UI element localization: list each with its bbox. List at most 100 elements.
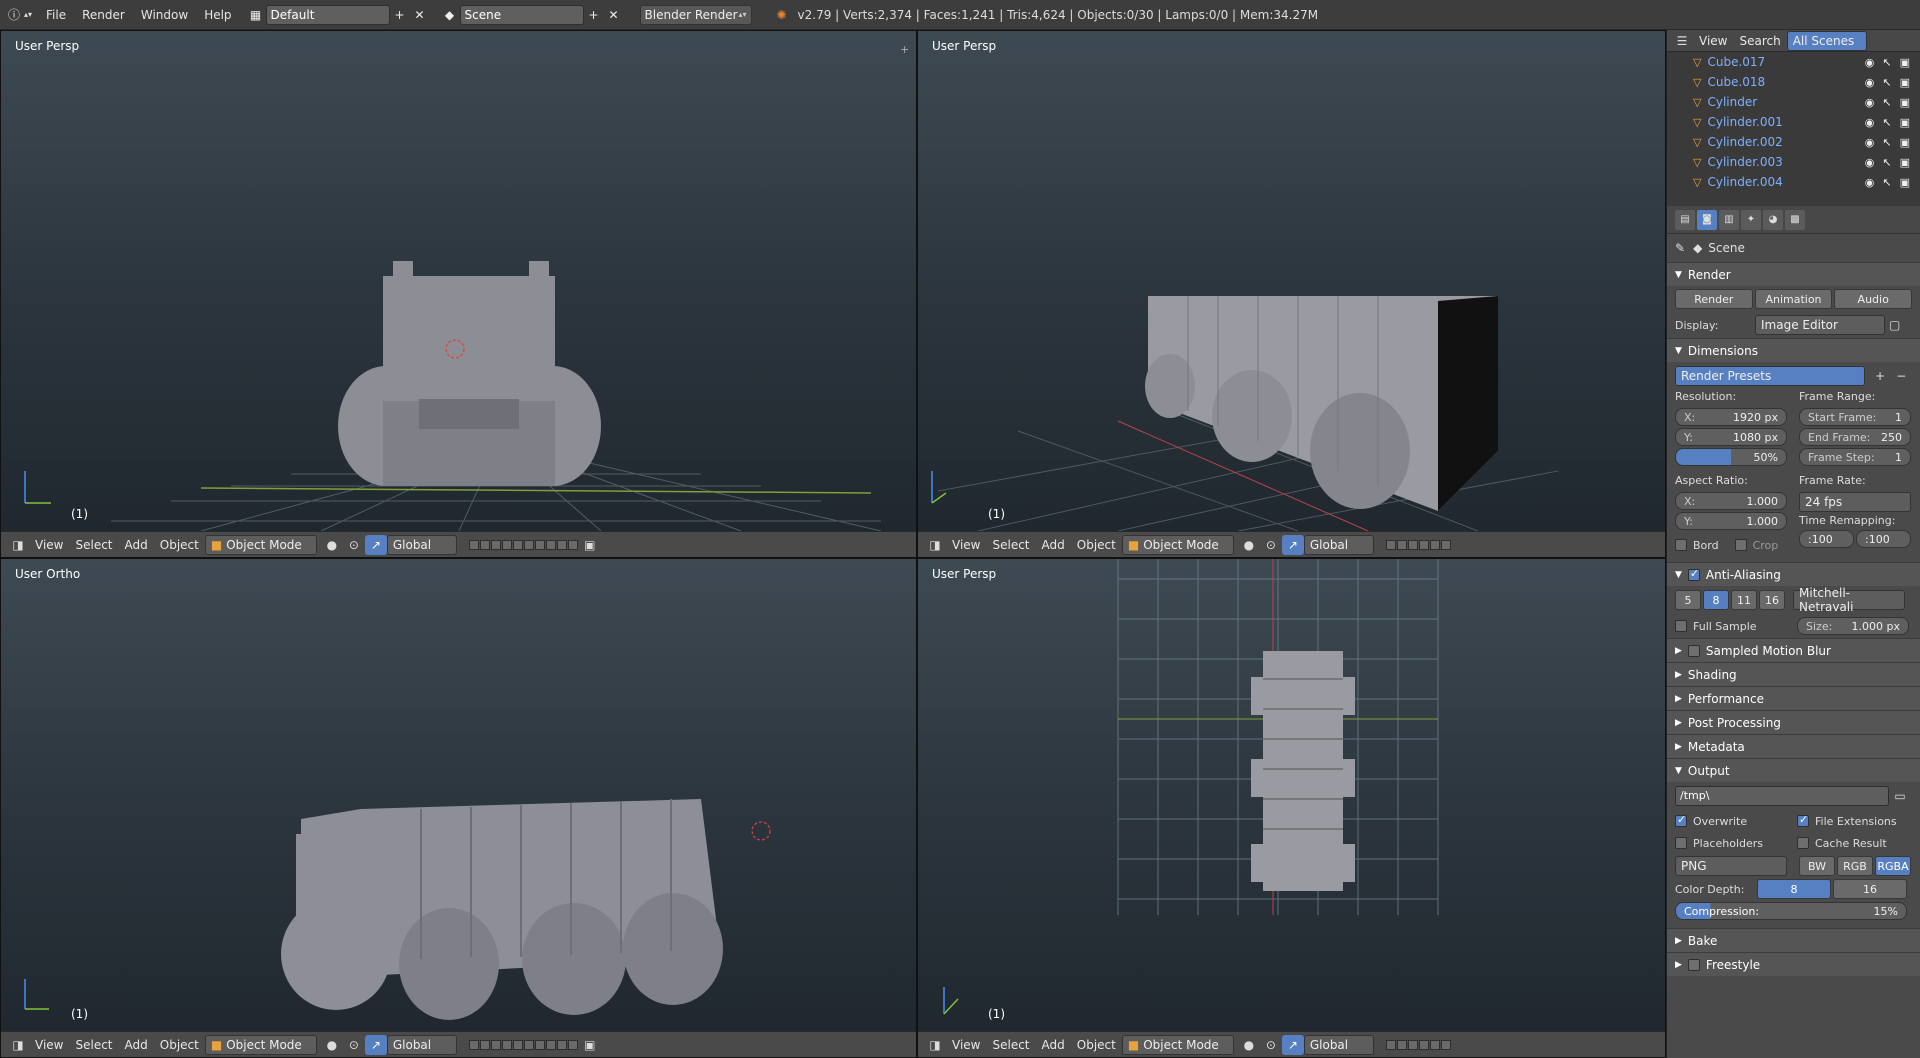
outliner-item[interactable]: ▽ Cylinder.003 ◉ ↖ ▣	[1667, 152, 1920, 172]
orientation-select[interactable]: Global	[386, 534, 457, 555]
add-menu[interactable]: Add	[1036, 535, 1071, 555]
orientation-select[interactable]: Global	[1303, 1034, 1374, 1055]
select-menu[interactable]: Select	[986, 535, 1035, 555]
rgb-button[interactable]: RGB	[1837, 856, 1873, 876]
manipulator-icon[interactable]: ↗	[1281, 1034, 1304, 1055]
cursor-icon[interactable]: ↖	[1882, 156, 1891, 169]
animation-button[interactable]: Animation	[1754, 289, 1833, 309]
cursor-icon[interactable]: ↖	[1882, 116, 1891, 129]
cursor-icon[interactable]: ↖	[1882, 136, 1891, 149]
bake-panel-header[interactable]: ▶ Bake	[1667, 928, 1920, 952]
cursor-icon[interactable]: ↖	[1882, 96, 1891, 109]
layer-buttons[interactable]	[468, 1039, 579, 1050]
mode-select[interactable]: ■ Object Mode	[204, 534, 317, 555]
outliner-item[interactable]: ▽ Cylinder.001 ◉ ↖ ▣	[1667, 112, 1920, 132]
add-preset-icon[interactable]: +	[1869, 366, 1890, 386]
outliner-item[interactable]: ▽ Cylinder ◉ ↖ ▣	[1667, 92, 1920, 112]
mode-select[interactable]: ■ Object Mode	[1121, 1034, 1234, 1055]
aa-size-field[interactable]: Size: 1.000 px	[1797, 617, 1909, 635]
scene-tab-icon[interactable]: ✦	[1741, 209, 1761, 230]
cursor-icon[interactable]: ↖	[1882, 176, 1891, 189]
aa-sample-8[interactable]: 8	[1703, 590, 1729, 610]
aspect-y-field[interactable]: Y: 1.000	[1675, 512, 1787, 530]
pivot-icon[interactable]: ⊙	[1260, 535, 1282, 555]
camera-icon[interactable]: ▣	[1900, 156, 1910, 169]
eye-icon[interactable]: ◉	[1865, 156, 1875, 169]
view-menu[interactable]: View	[946, 535, 986, 555]
layer-buttons[interactable]	[1385, 1039, 1452, 1050]
remove-preset-icon[interactable]: −	[1891, 366, 1912, 386]
mode-select[interactable]: ■ Object Mode	[1121, 534, 1234, 555]
cursor-icon[interactable]: ↖	[1882, 76, 1891, 89]
screen-layout-icon[interactable]: ▦	[246, 5, 266, 25]
camera-icon[interactable]: ▣	[1900, 96, 1910, 109]
mode-select[interactable]: ■ Object Mode	[204, 1034, 317, 1055]
viewport-top-left[interactable]: User Persp + (1) ◨ View Select Add Objec…	[0, 30, 917, 558]
start-frame-field[interactable]: Start Frame: 1	[1799, 408, 1911, 426]
resolution-x-field[interactable]: X: 1920 px	[1675, 408, 1787, 426]
viewport-bottom-left[interactable]: User Ortho (1) ◨ View Select Add Object …	[0, 558, 917, 1058]
camera-icon[interactable]: ▣	[1900, 116, 1910, 129]
render-icon[interactable]: ▣	[579, 535, 601, 555]
file-extensions-checkbox[interactable]	[1797, 813, 1809, 827]
world-tab-icon[interactable]: ◕	[1763, 209, 1783, 230]
view-menu[interactable]: View	[946, 1035, 986, 1055]
motion-blur-checkbox[interactable]	[1687, 644, 1700, 657]
camera-icon[interactable]: ▣	[1900, 176, 1910, 189]
resolution-y-field[interactable]: Y: 1080 px	[1675, 428, 1787, 446]
outliner-editor-icon[interactable]: ☰	[1671, 31, 1693, 51]
manipulator-icon[interactable]: ↗	[364, 534, 387, 555]
render-icon[interactable]: ▣	[579, 1035, 601, 1055]
end-frame-field[interactable]: End Frame: 250	[1799, 428, 1911, 446]
editor-type-icon[interactable]: ◨	[924, 535, 946, 555]
metadata-panel-header[interactable]: ▶ Metadata	[1667, 734, 1920, 758]
outliner-item[interactable]: ▽ Cylinder.004 ◉ ↖ ▣	[1667, 172, 1920, 192]
performance-panel-header[interactable]: ▶ Performance	[1667, 686, 1920, 710]
eye-icon[interactable]: ◉	[1865, 116, 1875, 129]
layer-buttons[interactable]	[1385, 539, 1452, 550]
outliner-view-menu[interactable]: View	[1693, 31, 1733, 51]
orientation-select[interactable]: Global	[1303, 534, 1374, 555]
resolution-percentage-slider[interactable]: 50%	[1675, 448, 1787, 466]
full-sample-checkbox[interactable]	[1675, 620, 1687, 632]
rgba-button[interactable]: RGBA	[1875, 856, 1911, 876]
aa-sample-11[interactable]: 11	[1731, 590, 1757, 610]
object-menu[interactable]: Object	[154, 535, 205, 555]
camera-icon[interactable]: ▣	[1900, 136, 1910, 149]
shading-icon[interactable]: ●	[1238, 535, 1260, 555]
orientation-select[interactable]: Global	[386, 1034, 457, 1055]
render-engine-select[interactable]: Blender Render ▴▾	[639, 4, 752, 25]
antialiasing-checkbox[interactable]	[1687, 567, 1700, 581]
aa-sample-16[interactable]: 16	[1759, 590, 1785, 610]
screen-layout-field[interactable]: Default	[265, 4, 390, 25]
render-button[interactable]: Render	[1675, 289, 1753, 309]
manipulator-icon[interactable]: ↗	[364, 1034, 387, 1055]
viewport-top-right[interactable]: User Persp (1) ◨ View Select Add Object …	[917, 30, 1666, 558]
add-menu[interactable]: Add	[1036, 1035, 1071, 1055]
compression-slider[interactable]: Compression: 15%	[1675, 902, 1907, 920]
depth-8-button[interactable]: 8	[1757, 879, 1831, 899]
layer-buttons[interactable]	[468, 539, 579, 550]
post-processing-panel-header[interactable]: ▶ Post Processing	[1667, 710, 1920, 734]
select-menu[interactable]: Select	[69, 1035, 118, 1055]
remap-new-field[interactable]: :100	[1856, 530, 1911, 548]
antialiasing-panel-header[interactable]: ▼Anti-Aliasing	[1667, 562, 1920, 586]
eye-icon[interactable]: ◉	[1865, 96, 1875, 109]
menu-help[interactable]: Help	[196, 4, 239, 26]
shading-panel-header[interactable]: ▶ Shading	[1667, 662, 1920, 686]
editor-type-icon[interactable]: ▤	[1675, 209, 1695, 230]
shading-icon[interactable]: ●	[321, 535, 343, 555]
render-presets-select[interactable]: Render Presets	[1675, 366, 1866, 386]
view-menu[interactable]: View	[29, 535, 69, 555]
select-menu[interactable]: Select	[69, 535, 118, 555]
shading-icon[interactable]: ●	[1238, 1035, 1260, 1055]
object-menu[interactable]: Object	[154, 1035, 205, 1055]
object-menu[interactable]: Object	[1071, 535, 1122, 555]
freestyle-panel-header[interactable]: ▶ Freestyle	[1667, 952, 1920, 976]
menu-render[interactable]: Render	[74, 4, 133, 26]
render-tab-icon[interactable]: ◙	[1697, 209, 1717, 230]
eye-icon[interactable]: ◉	[1865, 136, 1875, 149]
audio-button[interactable]: Audio	[1834, 289, 1913, 309]
viewport-bottom-right[interactable]: User Persp (1) ◨ View Select Add Object …	[917, 558, 1666, 1058]
folder-icon[interactable]: ▭	[1889, 786, 1911, 806]
